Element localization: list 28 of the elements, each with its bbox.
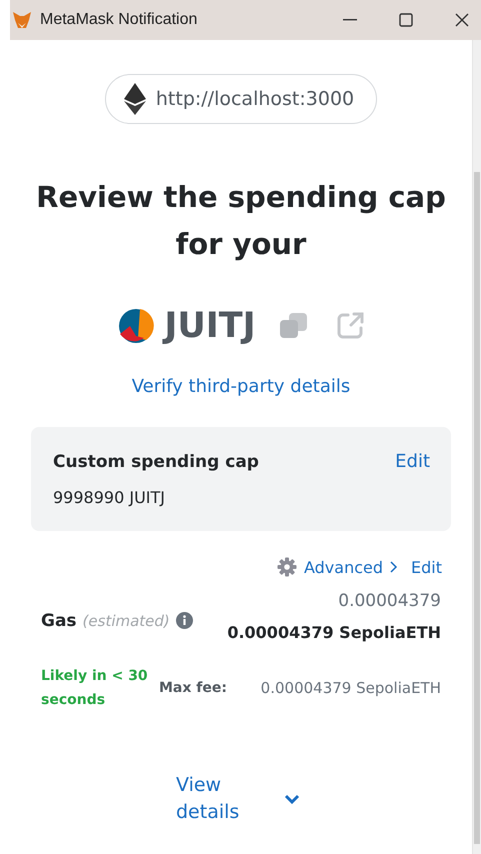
estimated-hint: (estimated) — [82, 612, 170, 630]
token-avatar-icon — [118, 308, 154, 344]
close-icon[interactable] — [455, 13, 469, 27]
edit-gas-link[interactable]: Edit — [411, 558, 442, 576]
maximize-icon[interactable] — [399, 13, 413, 27]
chevron-down-icon — [284, 794, 300, 804]
gear-icon — [276, 557, 297, 577]
page-heading: Review the spending cap for your — [35, 179, 447, 263]
gas-amount: 0.00004379 — [338, 591, 441, 611]
fox-logo-icon — [12, 11, 32, 29]
minimize-icon[interactable] — [343, 19, 357, 21]
chevron-right-icon — [390, 561, 398, 573]
edit-link[interactable]: Edit — [395, 451, 430, 472]
speed-estimate: Likely in < 30 seconds — [41, 667, 149, 710]
ethereum-icon — [124, 83, 146, 115]
advanced-link[interactable]: Advanced — [304, 558, 384, 576]
gas-total: 0.00004379 SepoliaETH — [227, 623, 441, 642]
window-title: MetaMask Notification — [40, 11, 198, 29]
max-fee-value: 0.00004379 SepoliaETH — [260, 679, 441, 697]
token-symbol: JUITJ — [164, 306, 256, 346]
origin-url: http://localhost:3000 — [156, 88, 354, 110]
gas-label: Gas — [41, 610, 77, 630]
view-details-button[interactable]: View details — [176, 772, 300, 826]
spending-cap-value: 9998990 JUITJ — [53, 488, 166, 507]
max-fee-label: Max fee: — [159, 680, 227, 696]
info-icon[interactable] — [176, 612, 193, 629]
verify-details-link[interactable]: Verify third-party details — [132, 376, 350, 397]
spending-cap-label: Custom spending cap — [53, 452, 259, 472]
